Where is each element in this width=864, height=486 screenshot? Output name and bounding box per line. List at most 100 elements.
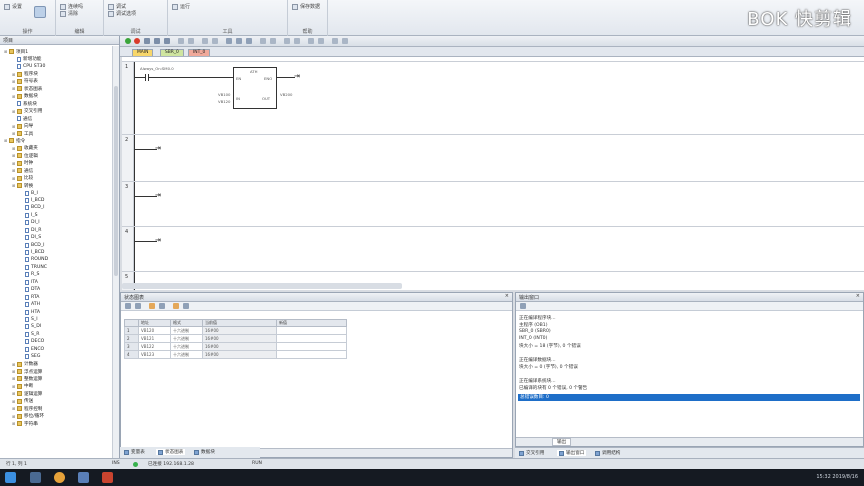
tree-node[interactable]: ⊞ 程序块 <box>0 70 112 77</box>
tree-node[interactable]: ROUND <box>0 256 112 263</box>
expand-icon[interactable]: ⊞ <box>12 421 16 426</box>
tree-node[interactable]: ⊞ 中断 <box>0 383 112 390</box>
stop-icon[interactable] <box>134 38 140 44</box>
compile-icon[interactable] <box>144 38 150 44</box>
ribbon-item-clear[interactable]: 清除 <box>60 10 78 17</box>
tree-node[interactable]: ⊞ 整数运算 <box>0 375 112 382</box>
tree-node[interactable]: 系统块 <box>0 100 112 107</box>
network-1[interactable]: 1 Always_On:SM0.0 ATH EN ENO IN OUT VB10… <box>122 61 864 134</box>
tab-main[interactable]: MAIN <box>132 49 154 56</box>
tree-node[interactable]: DI_S <box>0 234 112 241</box>
current-value-cell[interactable]: 16#00 <box>202 350 277 359</box>
tree-node[interactable]: ⊞ 符号表 <box>0 78 112 85</box>
settings-icon[interactable] <box>342 38 348 44</box>
function-block[interactable]: ATH EN ENO IN OUT <box>233 67 277 109</box>
force-icon[interactable] <box>183 303 189 309</box>
tree-node[interactable]: ⊞ 比较 <box>0 174 112 181</box>
symbol-icon[interactable] <box>284 38 290 44</box>
tab-int0[interactable]: INT_0 <box>188 49 211 56</box>
tree-node[interactable]: ATH <box>0 301 112 308</box>
tree-node[interactable]: BCD_I <box>0 241 112 248</box>
tab-data-block[interactable]: 数据块 <box>194 449 215 455</box>
expand-icon[interactable]: ⊞ <box>12 362 16 367</box>
address-cell[interactable]: VB123 <box>138 350 171 359</box>
expand-icon[interactable]: ⊞ <box>12 399 16 404</box>
tree-node[interactable]: HTA <box>0 308 112 315</box>
tree-node[interactable]: ⊞ 状态图表 <box>0 85 112 92</box>
expand-icon[interactable]: ⊞ <box>12 176 16 181</box>
network-2[interactable]: 2 ⇥ <box>122 134 864 181</box>
tree-node[interactable]: DTA <box>0 286 112 293</box>
tree-node[interactable]: ENCO <box>0 346 112 353</box>
ribbon-item-save-data[interactable]: 保存数据 <box>292 3 320 10</box>
tree-node[interactable]: DI_R <box>0 227 112 234</box>
status-table[interactable]: 地址 格式 当前值 新值 1 VB120 十六进制 16#00 2 VB121 十六进制 16… <box>124 319 347 359</box>
step7-icon[interactable] <box>102 472 113 483</box>
tree-node[interactable]: ⊞ 逻辑运算 <box>0 390 112 397</box>
expand-icon[interactable]: ⊞ <box>12 124 16 129</box>
tree-node[interactable]: B_I <box>0 189 112 196</box>
expand-icon[interactable]: ⊞ <box>4 138 8 143</box>
file-explorer-icon[interactable] <box>30 472 41 483</box>
expand-icon[interactable]: ⊞ <box>12 406 16 411</box>
tree-node[interactable]: ⊞ 时钟 <box>0 160 112 167</box>
tree-node[interactable]: ⊞ 移位/循环 <box>0 412 112 419</box>
tree-node[interactable]: ⊞ 传送 <box>0 398 112 405</box>
tree-node[interactable]: S_I <box>0 316 112 323</box>
tree-node[interactable]: ⊞ 项目1 <box>0 48 112 55</box>
coil-icon[interactable] <box>236 38 242 44</box>
tree-node[interactable]: BCD_I <box>0 204 112 211</box>
close-icon[interactable]: × <box>505 293 509 299</box>
expand-icon[interactable]: ⊞ <box>12 369 16 374</box>
ribbon-item[interactable]: 设置 <box>4 3 22 10</box>
tree-node[interactable]: I_S <box>0 212 112 219</box>
expand-icon[interactable]: ⊞ <box>12 183 16 188</box>
tree-node[interactable]: ⊞ 指令 <box>0 137 112 144</box>
editor-hscrollbar[interactable] <box>122 283 402 289</box>
new-value-cell[interactable] <box>276 326 347 335</box>
current-value-cell[interactable]: 16#00 <box>202 342 277 351</box>
tree-node[interactable]: R_S <box>0 271 112 278</box>
tree-scrollbar[interactable] <box>112 46 119 458</box>
tree-scrollbar-thumb[interactable] <box>114 86 118 276</box>
comment-icon[interactable] <box>294 38 300 44</box>
tree-node[interactable]: ⊞ 位逻辑 <box>0 152 112 159</box>
download-icon[interactable] <box>164 38 170 44</box>
line-icon[interactable] <box>260 38 266 44</box>
format-cell[interactable]: 十六进制 <box>170 326 203 335</box>
pencil-icon[interactable] <box>159 303 165 309</box>
tree-node[interactable]: DECO <box>0 338 112 345</box>
tree-node[interactable]: ITA <box>0 279 112 286</box>
monitor-icon[interactable] <box>202 38 208 44</box>
tree-node[interactable]: RTA <box>0 293 112 300</box>
insert-icon[interactable] <box>178 38 184 44</box>
ribbon-item-debug[interactable]: 调试 <box>108 3 126 10</box>
expand-icon[interactable]: ⊞ <box>4 49 8 54</box>
browser-icon[interactable] <box>54 472 65 483</box>
tree-node[interactable]: ⊞ 字符串 <box>0 420 112 427</box>
download-icon[interactable] <box>34 6 46 18</box>
table-row[interactable]: 1 VB120 十六进制 16#00 <box>124 326 347 335</box>
output-tab[interactable]: 输出 <box>552 438 572 446</box>
expand-icon[interactable]: ⊞ <box>12 384 16 389</box>
bookmark-icon[interactable] <box>308 38 314 44</box>
tree-node[interactable]: I_BCD <box>0 197 112 204</box>
add-icon[interactable] <box>125 303 131 309</box>
new-value-cell[interactable] <box>276 350 347 359</box>
start-icon[interactable] <box>5 472 16 483</box>
address-cell[interactable]: VB120 <box>138 326 171 335</box>
expand-icon[interactable]: ⊞ <box>12 153 16 158</box>
zoom-icon[interactable] <box>318 38 324 44</box>
expand-icon[interactable]: ⊞ <box>12 168 16 173</box>
expand-icon[interactable]: ⊞ <box>12 391 16 396</box>
expand-icon[interactable]: ⊞ <box>12 131 16 136</box>
find-icon[interactable] <box>332 38 338 44</box>
expand-icon[interactable]: ⊞ <box>12 161 16 166</box>
tab-sbr0[interactable]: SBR_0 <box>160 49 184 56</box>
tree-node[interactable]: ⊞ 数据块 <box>0 93 112 100</box>
expand-icon[interactable]: ⊞ <box>12 86 16 91</box>
ribbon-item-continuous[interactable]: 连续吗 <box>60 3 83 10</box>
tree-node[interactable]: ⊞ 交叉引用 <box>0 108 112 115</box>
expand-icon[interactable]: ⊞ <box>12 72 16 77</box>
tree-node[interactable]: ⊞ 计数器 <box>0 360 112 367</box>
